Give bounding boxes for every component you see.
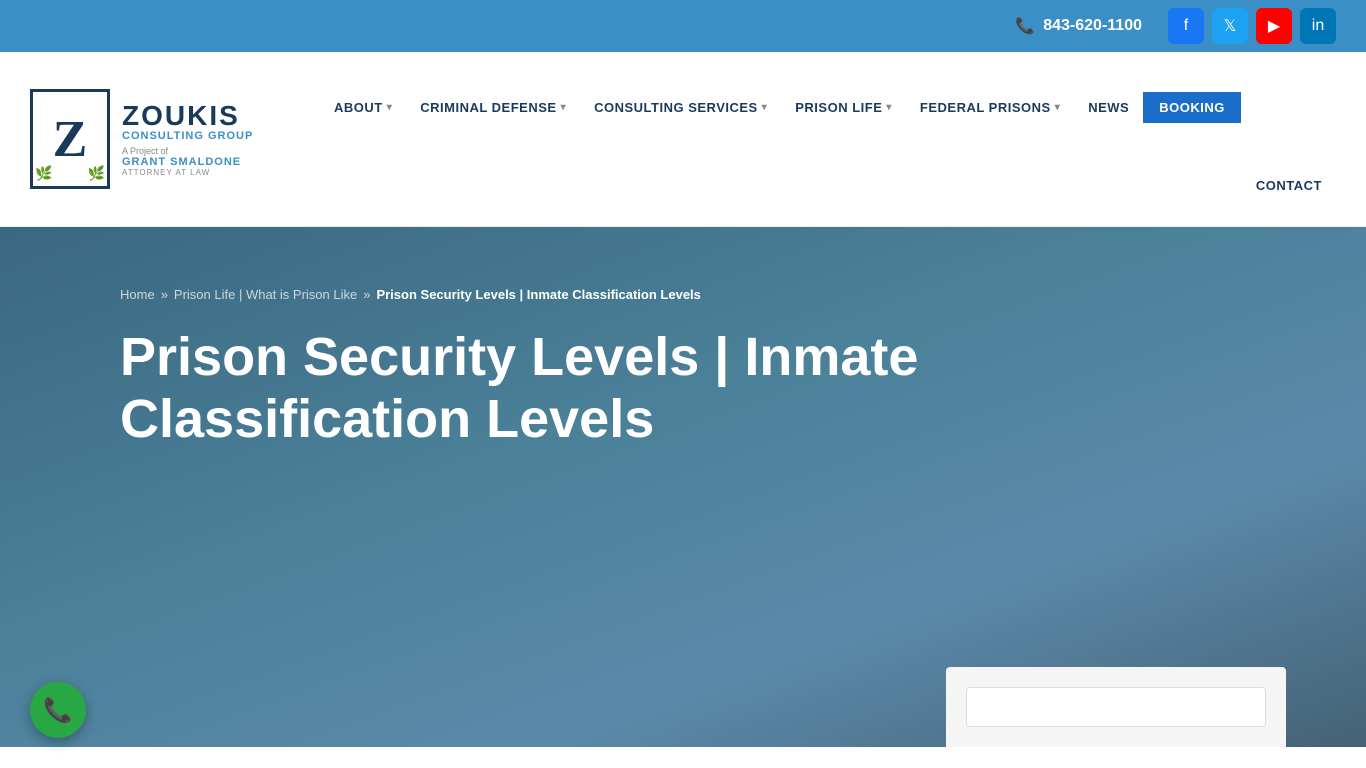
facebook-icon: f xyxy=(1184,17,1188,35)
logo-brand: ZOUKIS xyxy=(122,102,253,130)
top-bar: 📞 843-620-1100 f 𝕏 ▶ in xyxy=(0,0,1366,52)
logo-laurel-left: 🌿 xyxy=(35,165,52,182)
youtube-icon: ▶ xyxy=(1268,16,1280,36)
nav-prison-life[interactable]: PRISON LIFE ▾ xyxy=(781,92,906,123)
linkedin-button[interactable]: in xyxy=(1300,8,1336,44)
nav-second-row: CONTACT xyxy=(1242,170,1336,201)
phone-number: 843-620-1100 xyxy=(1043,17,1142,35)
chevron-down-icon: ▾ xyxy=(387,102,393,113)
phone-call-icon: 📞 xyxy=(43,696,73,725)
linkedin-icon: in xyxy=(1312,17,1324,35)
phone-section[interactable]: 📞 843-620-1100 xyxy=(1015,16,1142,36)
nav-consulting[interactable]: CONSULTING SERVICES ▾ xyxy=(580,92,781,123)
logo-box: Z 🌿 🌿 xyxy=(30,89,110,189)
logo-grant: GRANT SMALDONE xyxy=(122,156,253,168)
logo-sub: CONSULTING GROUP xyxy=(122,130,253,142)
logo-letter: Z xyxy=(53,110,88,169)
nav-federal-prisons[interactable]: FEDERAL PRISONS ▾ xyxy=(906,92,1074,123)
breadcrumb: Home » Prison Life | What is Prison Like… xyxy=(120,287,1286,302)
nav-criminal-defense[interactable]: CRIMINAL DEFENSE ▾ xyxy=(406,92,580,123)
breadcrumb-home[interactable]: Home xyxy=(120,287,155,302)
logo-attorney: ATTORNEY AT LAW xyxy=(122,168,253,177)
breadcrumb-prison-life[interactable]: Prison Life | What is Prison Like xyxy=(174,287,357,302)
hero-section: Home » Prison Life | What is Prison Like… xyxy=(0,227,1366,747)
page-title: Prison Security Levels | Inmate Classifi… xyxy=(120,326,970,450)
facebook-button[interactable]: f xyxy=(1168,8,1204,44)
logo-text: ZOUKIS CONSULTING GROUP A Project of GRA… xyxy=(122,102,253,177)
breadcrumb-sep-2: » xyxy=(363,287,370,302)
nav-contact[interactable]: CONTACT xyxy=(1242,170,1336,201)
breadcrumb-sep-1: » xyxy=(161,287,168,302)
logo-laurel-right: 🌿 xyxy=(88,165,105,182)
breadcrumb-current: Prison Security Levels | Inmate Classifi… xyxy=(376,287,700,302)
twitter-button[interactable]: 𝕏 xyxy=(1212,8,1248,44)
phone-icon: 📞 xyxy=(1015,16,1035,36)
nav-about[interactable]: ABOUT ▾ xyxy=(320,92,406,123)
chevron-down-icon: ▾ xyxy=(886,102,892,113)
chevron-down-icon: ▾ xyxy=(762,102,768,113)
nav-links: ABOUT ▾ CRIMINAL DEFENSE ▾ CONSULTING SE… xyxy=(280,52,1336,123)
youtube-button[interactable]: ▶ xyxy=(1256,8,1292,44)
main-nav: Z 🌿 🌿 ZOUKIS CONSULTING GROUP A Project … xyxy=(0,52,1366,227)
chevron-down-icon: ▾ xyxy=(561,102,567,113)
floating-phone-button[interactable]: 📞 xyxy=(30,682,86,738)
logo-project-label: A Project of xyxy=(122,146,253,156)
social-icons: f 𝕏 ▶ in xyxy=(1168,8,1336,44)
twitter-icon: 𝕏 xyxy=(1224,16,1237,36)
chevron-down-icon: ▾ xyxy=(1055,102,1061,113)
sidebar-card-inner xyxy=(966,687,1266,727)
nav-news[interactable]: NEWS xyxy=(1074,92,1143,123)
nav-booking[interactable]: BOOKING xyxy=(1143,92,1241,123)
sidebar-card xyxy=(946,667,1286,747)
logo-area[interactable]: Z 🌿 🌿 ZOUKIS CONSULTING GROUP A Project … xyxy=(30,89,280,189)
